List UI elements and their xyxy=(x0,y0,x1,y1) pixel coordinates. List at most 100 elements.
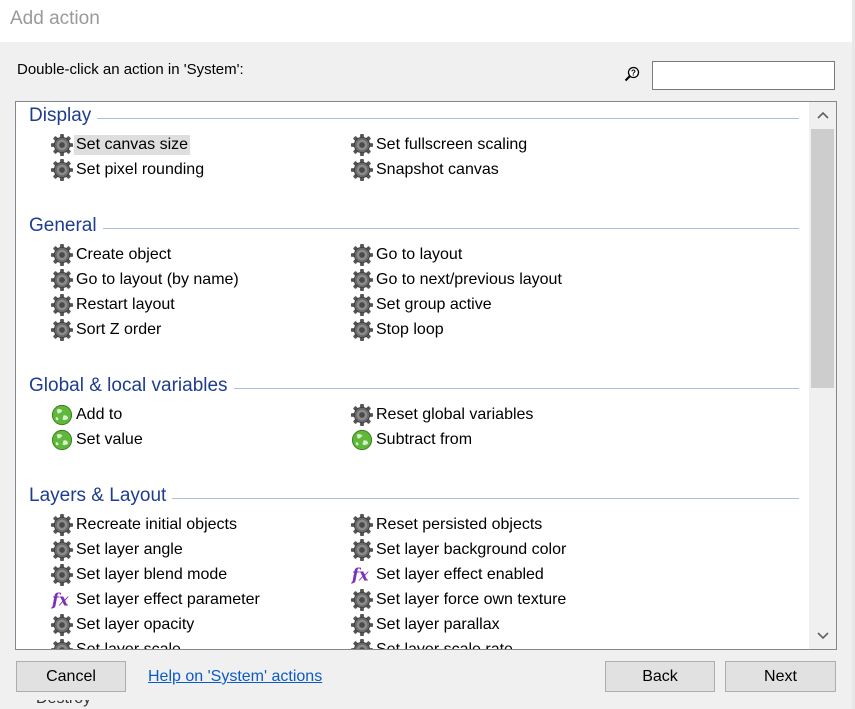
action-label: Set layer force own texture xyxy=(376,590,567,608)
fx-icon: fx xyxy=(50,588,74,612)
action-item[interactable]: Set layer parallax xyxy=(350,612,502,637)
action-item[interactable]: Go to layout xyxy=(350,242,464,267)
action-item[interactable]: fx Set layer effect parameter xyxy=(50,587,262,612)
gear-icon xyxy=(350,588,374,612)
action-item[interactable]: Set layer scale rate xyxy=(350,637,515,649)
action-label: Subtract from xyxy=(376,430,473,448)
action-item[interactable]: Set layer blend mode xyxy=(50,562,229,587)
action-item[interactable]: Go to layout (by name) xyxy=(50,267,241,292)
action-item[interactable]: Set layer force own texture xyxy=(350,587,568,612)
window-title: Add action xyxy=(10,8,100,29)
vertical-scrollbar[interactable] xyxy=(809,102,836,649)
category-divider xyxy=(172,497,799,499)
action-list: Display Set canvas size Set fullscreen sca… xyxy=(15,101,837,650)
help-link[interactable]: Help on 'System' actions xyxy=(148,668,322,686)
action-label: Set layer effect enabled xyxy=(376,565,544,583)
category-header: Layers & Layout xyxy=(29,485,799,507)
gear-icon xyxy=(350,513,374,537)
action-label: Set layer parallax xyxy=(376,615,500,633)
action-label: Restart layout xyxy=(76,295,175,313)
action-label: Set layer blend mode xyxy=(76,565,228,583)
gear-icon xyxy=(50,538,74,562)
globe-icon xyxy=(350,428,374,452)
action-label: Set layer scale xyxy=(76,640,181,650)
action-item[interactable]: Reset global variables xyxy=(350,402,535,427)
gear-icon xyxy=(50,133,74,157)
gear-icon xyxy=(50,268,74,292)
action-item[interactable]: fx Set layer effect enabled xyxy=(350,562,546,587)
category-header: General xyxy=(29,215,799,237)
background-window-strip: Destroy xyxy=(0,700,852,709)
action-item[interactable]: Set pixel rounding xyxy=(50,157,206,182)
action-item[interactable]: Go to next/previous layout xyxy=(350,267,564,292)
action-item[interactable]: Add to xyxy=(50,402,124,427)
scroll-down-button[interactable] xyxy=(809,623,836,649)
search-input[interactable] xyxy=(652,61,835,90)
gear-icon xyxy=(350,638,374,649)
back-button[interactable]: Back xyxy=(605,661,715,692)
globe-icon xyxy=(50,428,74,452)
action-item[interactable]: Reset persisted objects xyxy=(350,512,544,537)
cancel-button[interactable]: Cancel xyxy=(16,661,126,692)
action-label: Snapshot canvas xyxy=(376,160,499,178)
action-item[interactable]: Set fullscreen scaling xyxy=(350,132,529,157)
chevron-down-icon xyxy=(816,632,829,640)
gear-icon xyxy=(350,293,374,317)
action-label: Sort Z order xyxy=(76,320,162,338)
action-item[interactable]: Set layer scale xyxy=(50,637,183,649)
action-label: Set group active xyxy=(376,295,492,313)
category-divider xyxy=(233,387,799,389)
background-item-label: Destroy xyxy=(36,700,91,708)
gear-icon xyxy=(50,613,74,637)
gear-icon xyxy=(50,563,74,587)
action-label: Set layer effect parameter xyxy=(76,590,260,608)
gear-icon xyxy=(50,293,74,317)
action-item[interactable]: Recreate initial objects xyxy=(50,512,239,537)
action-item[interactable]: Sort Z order xyxy=(50,317,163,342)
action-label: Create object xyxy=(76,245,172,263)
category-divider xyxy=(102,227,799,229)
gear-icon xyxy=(350,158,374,182)
gear-icon xyxy=(350,243,374,267)
gear-icon xyxy=(350,613,374,637)
action-item[interactable]: Set value xyxy=(50,427,145,452)
instruction-text: Double-click an action in 'System': xyxy=(17,61,244,78)
action-label: Set fullscreen scaling xyxy=(376,135,528,153)
category-label: Display xyxy=(29,105,92,126)
gear-icon xyxy=(350,318,374,342)
action-label: Set layer opacity xyxy=(76,615,195,633)
action-label: Set layer background color xyxy=(376,540,567,558)
action-item[interactable]: Set group active xyxy=(350,292,494,317)
scroll-up-button[interactable] xyxy=(809,102,836,128)
action-label: Set pixel rounding xyxy=(76,160,205,178)
gear-icon xyxy=(350,133,374,157)
action-label: Go to layout xyxy=(376,245,463,263)
action-item[interactable]: Restart layout xyxy=(50,292,177,317)
category-label: Global & local variables xyxy=(29,375,228,396)
action-item[interactable]: Subtract from xyxy=(350,427,474,452)
action-label: Add to xyxy=(76,405,123,423)
action-item[interactable]: Set layer background color xyxy=(350,537,568,562)
action-item[interactable]: Stop loop xyxy=(350,317,446,342)
action-item[interactable]: Set canvas size xyxy=(50,132,191,157)
chevron-up-icon xyxy=(816,111,829,119)
category-label: Layers & Layout xyxy=(29,485,167,506)
next-button[interactable]: Next xyxy=(725,661,836,692)
category-header: Global & local variables xyxy=(29,375,799,397)
action-item[interactable]: Create object xyxy=(50,242,173,267)
gear-icon xyxy=(50,638,74,649)
action-item[interactable]: Set layer angle xyxy=(50,537,185,562)
svg-text:fx: fx xyxy=(351,565,369,584)
action-label: Go to next/previous layout xyxy=(376,270,562,288)
gear-icon xyxy=(50,158,74,182)
action-item[interactable]: Set layer opacity xyxy=(50,612,196,637)
gear-icon xyxy=(50,243,74,267)
svg-text:fx: fx xyxy=(51,590,69,609)
scroll-thumb[interactable] xyxy=(811,129,834,388)
search-help-icon: ? xyxy=(624,66,640,82)
gear-icon xyxy=(350,403,374,427)
action-label: Set value xyxy=(76,430,143,448)
action-item[interactable]: Snapshot canvas xyxy=(350,157,501,182)
action-label: Go to layout (by name) xyxy=(76,270,239,288)
action-list-content: Display Set canvas size Set fullscreen sca… xyxy=(16,102,809,649)
